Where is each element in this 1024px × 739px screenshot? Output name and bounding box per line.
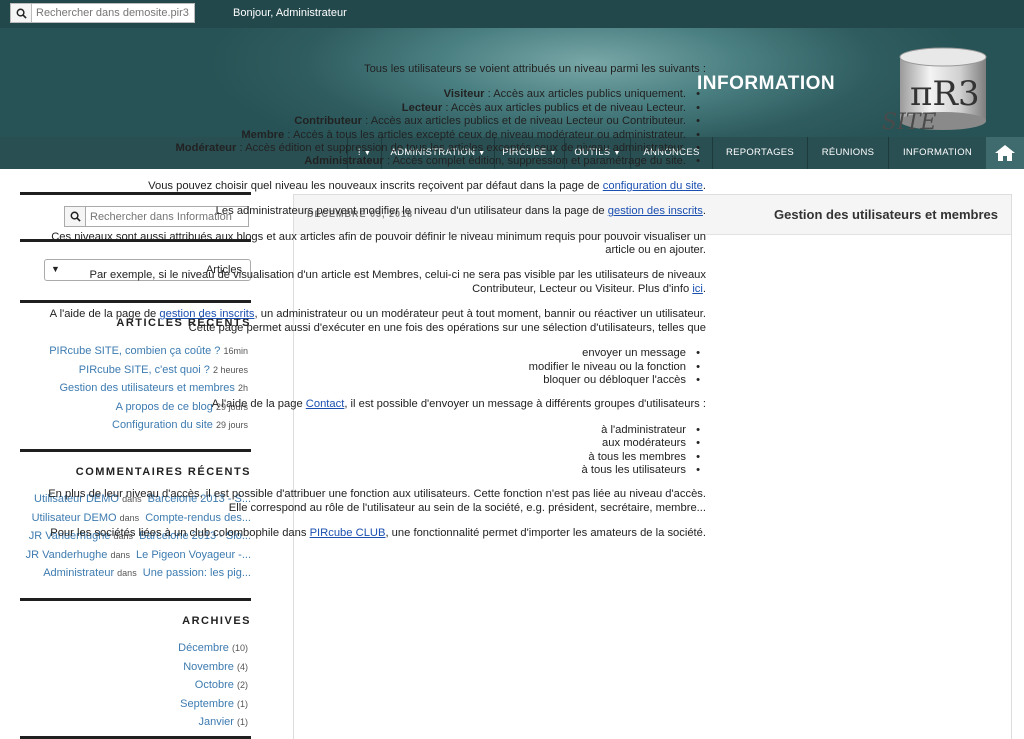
list-item: Visiteur : Accès aux articles publics un… bbox=[30, 88, 700, 102]
paragraph-help: A l'aide de la page de gestion des inscr… bbox=[49, 308, 706, 334]
list-item: Membre : Accès à tous les articles excep… bbox=[30, 129, 700, 143]
nav-item-information[interactable]: INFORMATION bbox=[888, 137, 986, 169]
archive-month-link[interactable]: Janvier bbox=[198, 716, 233, 728]
site-title: INFORMATION bbox=[697, 73, 836, 94]
nav-item-reportages[interactable]: REPORTAGES bbox=[712, 137, 807, 169]
pircube-club-link[interactable]: PIRcube CLUB bbox=[310, 527, 386, 539]
admin-top-bar: Bonjour, Administrateur bbox=[0, 0, 1024, 28]
paragraph-example: Par exemple, si le niveau de visualisati… bbox=[89, 269, 706, 295]
list-item: Lecteur : Accès aux articles publics et … bbox=[30, 102, 700, 116]
comment-topic-link[interactable]: Une passion: les pig... bbox=[143, 567, 251, 579]
paragraph-clubs: Pour les sociétés liées à un club colomb… bbox=[50, 527, 706, 540]
contact-link[interactable]: Contact bbox=[306, 398, 345, 410]
logo-subtext: SITE bbox=[882, 110, 937, 133]
list-item: Administrateur dans Une passion: les pig… bbox=[43, 567, 251, 579]
operations-list: envoyer un message modifier le niveau ou… bbox=[30, 347, 706, 388]
list-item: Contributeur : Accès aux articles public… bbox=[30, 115, 700, 129]
list-item: Novembre (4) bbox=[183, 660, 248, 673]
logo-text: πR3 bbox=[910, 74, 980, 114]
archive-month-link[interactable]: Octobre bbox=[195, 679, 234, 691]
list-item: Décembre (10) bbox=[178, 642, 248, 654]
paragraph-config: Vous pouvez choisir quel niveau les nouv… bbox=[148, 179, 706, 192]
access-levels-list: Visiteur : Accès aux articles publics un… bbox=[30, 88, 706, 169]
archive-month-link[interactable]: Septembre bbox=[180, 698, 234, 710]
paragraph-contact: A l'aide de la page Contact, il est poss… bbox=[211, 398, 706, 411]
greeting-text: Bonjour, Administrateur bbox=[233, 7, 347, 19]
paragraph-admin: Les administrateurs peuvent modifier le … bbox=[215, 205, 706, 218]
archive-month-link[interactable]: Décembre bbox=[178, 642, 229, 654]
comment-author-link[interactable]: Administrateur bbox=[43, 567, 114, 579]
top-search-button[interactable] bbox=[10, 3, 32, 23]
more-info-link[interactable]: ici bbox=[692, 283, 703, 295]
list-item: aux modérateurs bbox=[30, 437, 700, 451]
home-icon bbox=[995, 145, 1015, 161]
groups-list: à l'administrateur aux modérateurs à tou… bbox=[30, 424, 706, 478]
top-search-input[interactable] bbox=[32, 3, 195, 23]
paragraph-levels: Ces niveaux sont aussi attribués aux blo… bbox=[51, 230, 706, 257]
list-item: à l'administrateur bbox=[30, 424, 700, 438]
top-search bbox=[10, 3, 195, 23]
site-logo[interactable]: πR3 SITE bbox=[880, 43, 992, 133]
list-item: Janvier (1) bbox=[198, 716, 248, 728]
list-item: Septembre (1) bbox=[180, 697, 248, 710]
post-intro: Tous les utilisateurs se voient attribué… bbox=[363, 63, 706, 75]
archives-list: Décembre (10) Novembre (4) Octobre (2) S… bbox=[178, 639, 251, 732]
post-content: Tous les utilisateurs se voient attribué… bbox=[30, 63, 706, 553]
post-title[interactable]: Gestion des utilisateurs et membres bbox=[774, 207, 998, 222]
list-item: bloquer ou débloquer l'accès bbox=[30, 374, 700, 388]
search-icon bbox=[16, 8, 27, 19]
list-item: Administrateur : Accès complet édition, … bbox=[30, 155, 700, 169]
archives-heading: ARCHIVES bbox=[182, 615, 251, 627]
list-item: envoyer un message bbox=[30, 347, 700, 361]
nav-item-reunions[interactable]: RÉUNIONS bbox=[807, 137, 888, 169]
home-button[interactable] bbox=[986, 137, 1024, 169]
paragraph-functions: En plus de leur niveau d'accès, il est p… bbox=[48, 488, 706, 514]
list-item: Octobre (2) bbox=[194, 679, 248, 691]
archive-month-link[interactable]: Novembre bbox=[183, 661, 234, 673]
list-item: Modérateur : Accès édition et suppressio… bbox=[30, 142, 700, 156]
sidebar-divider bbox=[20, 598, 251, 601]
list-item: à tous les membres bbox=[30, 451, 700, 465]
member-management-link[interactable]: gestion des inscrits bbox=[608, 205, 703, 217]
list-item: modifier le niveau ou la fonction bbox=[30, 361, 700, 375]
site-config-link[interactable]: configuration du site bbox=[603, 180, 703, 192]
member-management-link[interactable]: gestion des inscrits bbox=[159, 308, 254, 320]
list-item: à tous les utilisateurs bbox=[30, 464, 700, 478]
